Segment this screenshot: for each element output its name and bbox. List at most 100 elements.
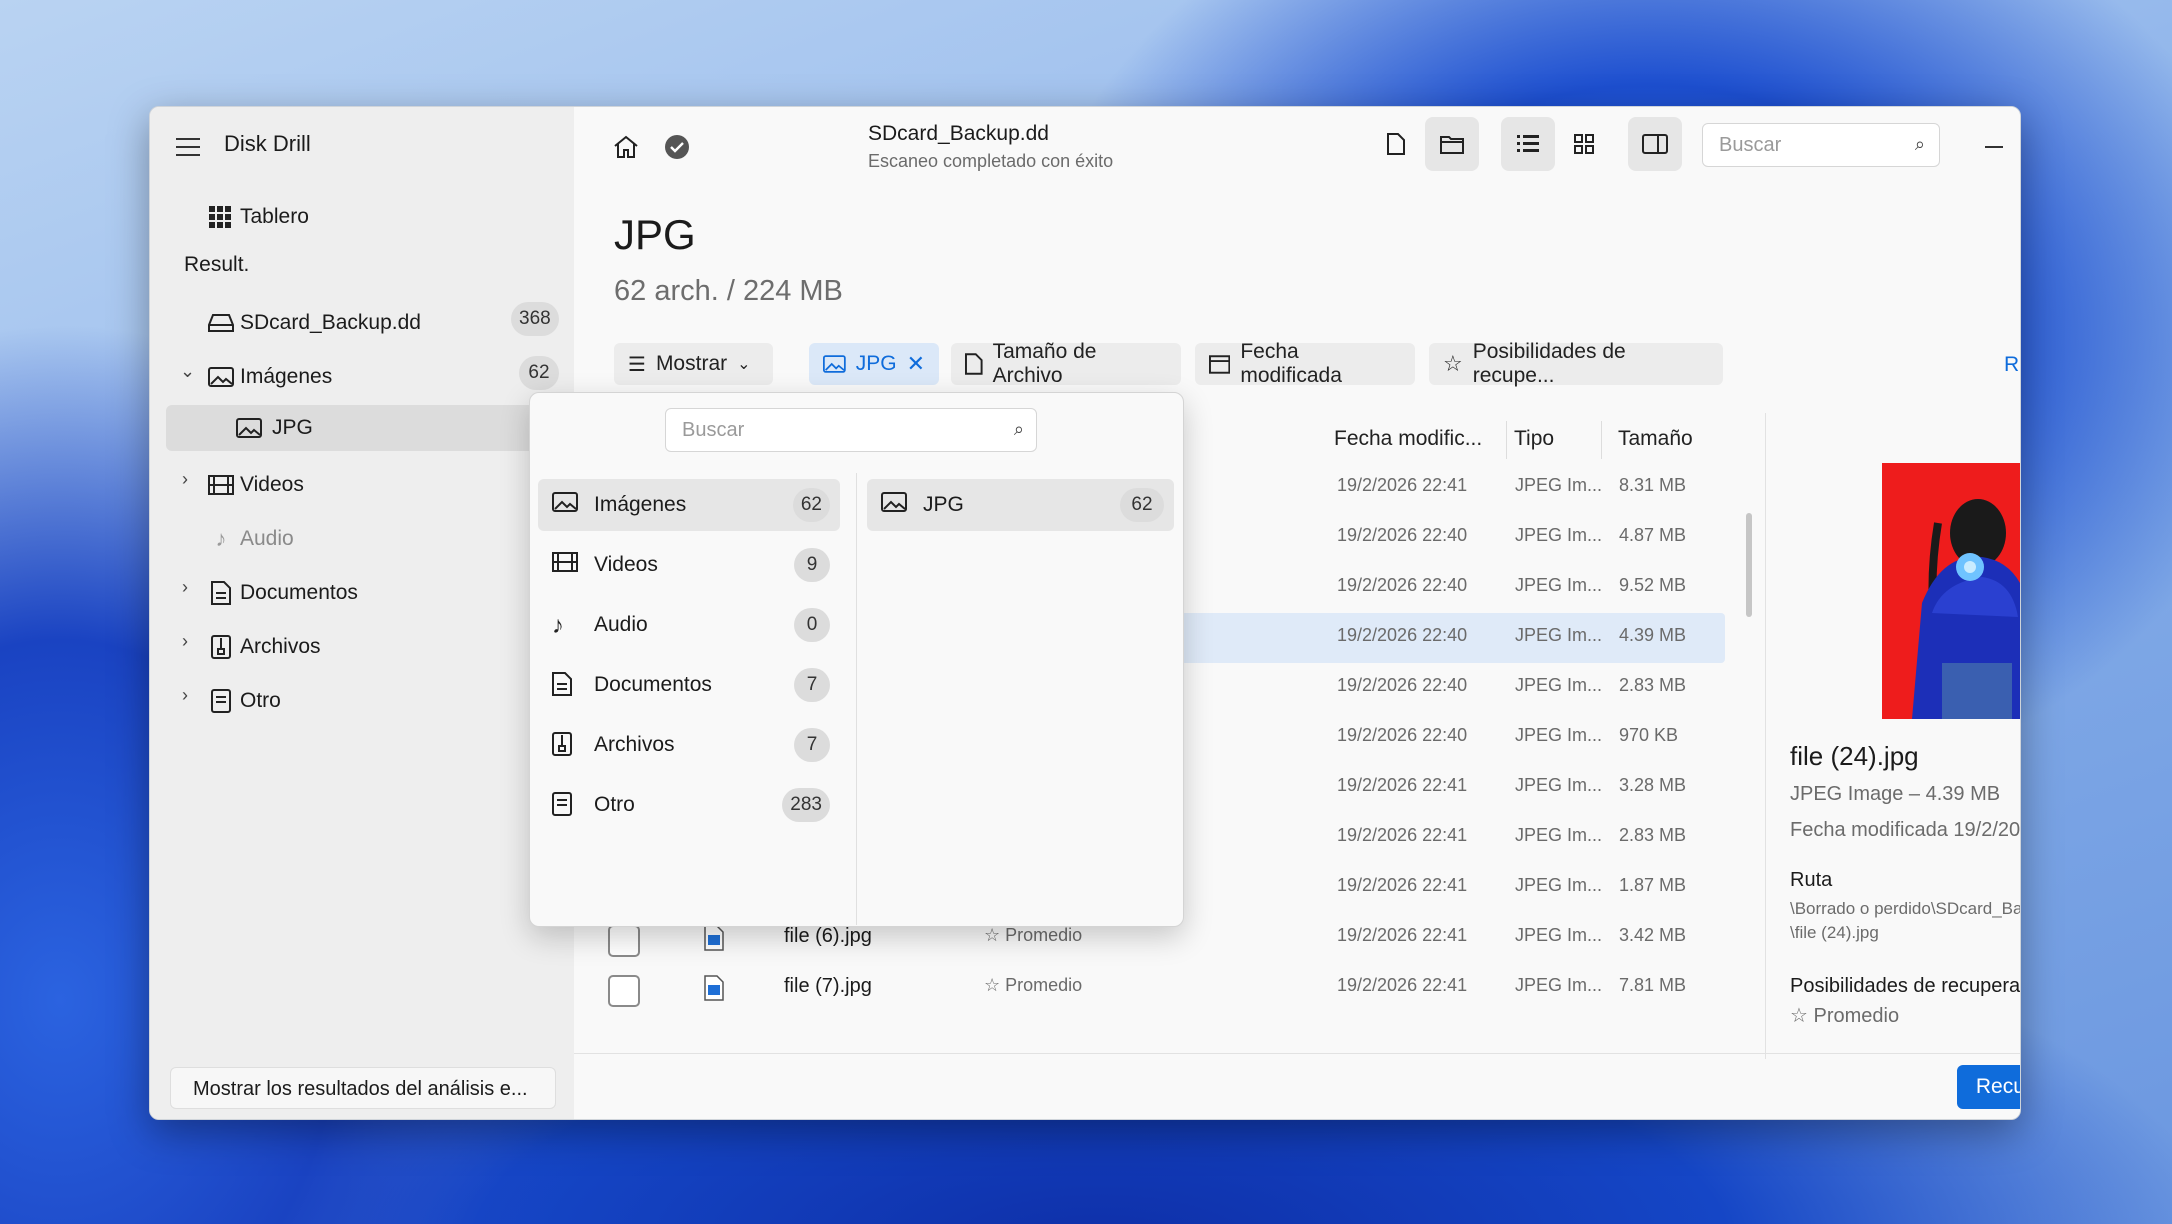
dropdown-category-item[interactable]: Videos 9 [538,539,840,591]
recovery-chance: ☆ Promedio [984,925,1082,946]
modified-date: 19/2/2026 22:41 [1337,475,1468,495]
column-header-size[interactable]: Tamaño [1618,427,1693,451]
drive-icon [208,311,234,335]
column-header-type[interactable]: Tipo [1514,427,1554,451]
home-icon[interactable] [610,131,642,163]
chevron-right-icon[interactable]: › [182,631,188,652]
count-badge: 62 [1120,488,1164,522]
preview-path: \file (24).jpg [1790,923,1879,942]
modified-date: 19/2/2026 22:40 [1337,625,1468,645]
filter-dropdown: Buscar ⌕ Imágenes 62 Videos 9 ♪ Audio 0 Documen… [529,392,1184,927]
list-view-button[interactable] [1501,117,1555,171]
check-circle-icon [664,134,690,160]
size-filter-button[interactable]: Tamaño de Archivo [951,340,1181,387]
sidebar-item-label: JPG [272,416,313,439]
column-divider [1506,421,1507,459]
preview-filename: file (24).jpg [1790,741,1919,771]
file-name: file (6).jpg [784,925,872,947]
show-filter-button[interactable]: ☰ Mostrar ⌄ [614,343,773,385]
folder-view-button[interactable] [1425,117,1479,171]
chevron-right-icon[interactable]: › [182,685,188,706]
category-label: Otro [594,793,635,816]
document-icon [965,353,983,375]
scan-subtitle: Escaneo completado con éxito [868,151,1114,171]
preview-modified: Fecha modificada 19/2/2026 22:40 [1790,819,2021,841]
sidebar-item-label: Archivos [240,635,321,658]
scan-title: SDcard_Backup.dd [868,122,1049,145]
file-size: 9.52 MB [1619,575,1687,595]
date-filter-label: Fecha modificada [1240,340,1342,387]
chevron-right-icon[interactable]: › [182,469,188,490]
search-input[interactable]: Buscar ⌕ [1702,123,1940,167]
preview-chances-value: Promedio [1813,1005,1900,1027]
sidebar-item-images[interactable]: Imágenes [208,355,508,399]
dropdown-category-item[interactable]: ♪ Audio 0 [538,599,840,651]
category-label: Archivos [594,733,675,756]
sidebar-item-dashboard[interactable]: Tablero [208,195,538,239]
reset-all-link[interactable]: Resetear todo [2004,353,2020,377]
sidebar-item-label: Otro [240,689,281,712]
row-checkbox[interactable] [608,925,640,957]
bottom-bar-divider [574,1053,2020,1054]
file-type: JPEG Im... [1515,975,1603,995]
app-title: Disk Drill [224,131,311,156]
jpg-filter-chip[interactable]: JPG ✕ [809,343,939,385]
image-icon [552,492,578,517]
scrollbar[interactable] [1746,513,1752,617]
column-header-date[interactable]: Fecha modific... [1334,427,1482,451]
count-badge: 62 [519,356,559,390]
sidebar-item-other[interactable]: Otro [208,679,508,723]
chances-filter-label: Posibilidades de recupe... [1472,340,1626,387]
hamburger-menu-icon[interactable] [172,131,204,163]
row-checkbox[interactable] [608,975,640,1007]
recover-all-button[interactable]: Recuperar todo... [1957,1065,2020,1109]
file-size: 2.83 MB [1619,825,1687,845]
image-icon [236,416,262,440]
minimize-icon[interactable] [1974,131,2014,163]
chevron-down-icon[interactable]: ⌄ [180,361,195,382]
archive-icon [552,732,572,761]
show-filter-label: Mostrar [655,352,728,375]
grid-icon [208,205,232,229]
file-icon [210,688,232,714]
dropdown-search-input[interactable]: Buscar ⌕ [665,408,1037,452]
sidebar-item-archives[interactable]: Archivos [208,625,508,669]
modified-date: 19/2/2026 22:41 [1337,975,1468,995]
sidebar-item-jpg[interactable]: JPG [166,405,566,451]
size-filter-label: Tamaño de Archivo [992,340,1097,387]
dropdown-category-item[interactable]: Otro 283 [538,779,840,831]
date-filter-button[interactable]: Fecha modificada [1195,340,1415,387]
page-title: JPG [614,211,696,258]
sidebar-item-label: SDcard_Backup.dd [240,311,421,334]
grid-view-button[interactable] [1557,117,1611,171]
file-size: 970 KB [1619,725,1679,745]
count-badge: 368 [511,302,559,336]
dropdown-subtype-item[interactable]: JPG 62 [867,479,1174,531]
count-badge: 62 [792,488,830,522]
dropdown-category-item[interactable]: Archivos 7 [538,719,840,771]
file-view-button[interactable] [1369,117,1423,171]
calendar-icon [1209,355,1231,374]
file-size: 7.81 MB [1619,975,1687,995]
chevron-right-icon[interactable]: › [182,577,188,598]
dropdown-category-item[interactable]: Imágenes 62 [538,479,840,531]
sidebar-item-videos[interactable]: Videos [208,463,508,507]
show-results-button[interactable]: Mostrar los resultados del análisis e... [170,1067,556,1109]
sliders-icon: ☰ [628,353,646,376]
table-row[interactable]: file (7).jpg ☆ Promedio 19/2/2026 22:41 JPE… [574,963,1765,1013]
sidebar-item-audio[interactable]: ♪ Audio [208,517,508,561]
chances-filter-button[interactable]: ☆ Posibilidades de recupe... [1429,340,1723,387]
file-type: JPEG Im... [1515,475,1603,495]
dropdown-category-item[interactable]: Documentos 7 [538,659,840,711]
preview-panel-toggle[interactable] [1628,117,1682,171]
remove-filter-icon[interactable]: ✕ [907,351,925,377]
sidebar-item-documents[interactable]: Documentos [208,571,508,615]
preview-path: \Borrado o perdido\SDcard_Backup.dd [1790,899,2020,918]
count-badge: 0 [794,608,830,642]
category-label: Documentos [594,673,712,696]
category-label: Imágenes [594,493,687,516]
search-placeholder: Buscar [1719,133,1782,156]
jpg-filter-label: JPG [855,352,897,375]
count-badge: 7 [794,728,830,762]
file-size: 8.31 MB [1619,475,1687,495]
